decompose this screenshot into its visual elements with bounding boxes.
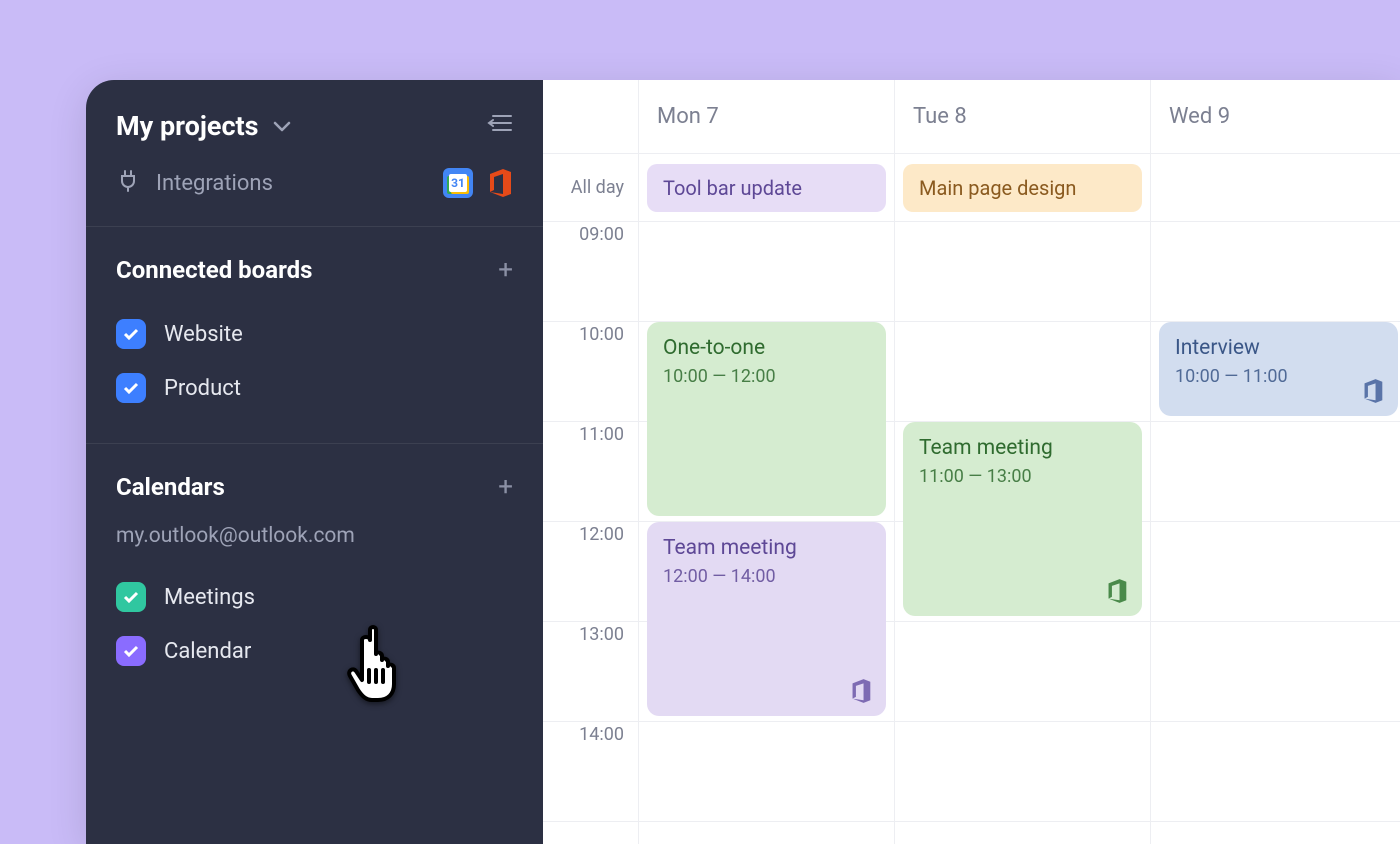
add-board-button[interactable]: + — [498, 255, 513, 285]
checkbox-icon[interactable] — [116, 636, 146, 666]
event-time: 10:00 — 11:00 — [1175, 366, 1382, 387]
event-time: 11:00 — 13:00 — [919, 466, 1126, 487]
office-icon — [1362, 378, 1384, 404]
day-column: Wed 9 Interview 10:00 — 11:00 — [1151, 80, 1400, 844]
google-calendar-icon[interactable] — [443, 168, 473, 198]
integrations-label: Integrations — [156, 171, 273, 196]
calendar-event[interactable]: Team meeting 11:00 — 13:00 — [903, 422, 1142, 616]
calendar-event[interactable]: One-to-one 10:00 — 12:00 — [647, 322, 886, 516]
day-header: Tue 8 — [895, 80, 1150, 154]
calendar-item-meetings[interactable]: Meetings — [116, 570, 513, 624]
day-column: Tue 8 Main page design Team meeting 11:00 —… — [895, 80, 1151, 844]
time-grid[interactable]: Interview 10:00 — 11:00 — [1151, 222, 1400, 822]
calendar-label: Calendar — [164, 639, 251, 664]
project-selector[interactable]: My projects — [116, 110, 291, 142]
allday-label: All day — [543, 154, 638, 222]
days-grid: Mon 7 Tool bar update One-to-one 10:00 — 12… — [639, 80, 1400, 844]
allday-row — [1151, 154, 1400, 222]
connected-boards-title: Connected boards — [116, 256, 312, 284]
calendar-account-email: my.outlook@outlook.com — [116, 524, 513, 548]
allday-event[interactable]: Tool bar update — [647, 164, 886, 212]
day-header: Wed 9 — [1151, 80, 1400, 154]
office-icon — [850, 678, 872, 704]
sidebar: My projects Integrations — [86, 80, 543, 844]
checkbox-icon[interactable] — [116, 319, 146, 349]
event-title: One-to-one — [663, 336, 870, 360]
calendar-label: Meetings — [164, 585, 255, 610]
time-label: 14:00 — [543, 722, 638, 822]
time-column: All day 09:0010:0011:0012:0013:0014:00 — [543, 80, 639, 844]
checkbox-icon[interactable] — [116, 582, 146, 612]
integrations-row[interactable]: Integrations — [86, 158, 543, 227]
day-header: Mon 7 — [639, 80, 894, 154]
event-time: 12:00 — 14:00 — [663, 566, 870, 587]
event-time: 10:00 — 12:00 — [663, 366, 870, 387]
board-label: Website — [164, 322, 243, 347]
time-label: 12:00 — [543, 522, 638, 622]
event-title: Interview — [1175, 336, 1382, 360]
collapse-sidebar-icon[interactable] — [487, 112, 513, 140]
sidebar-title: My projects — [116, 110, 259, 142]
calendar-item-calendar[interactable]: Calendar — [116, 624, 513, 678]
calendar-event[interactable]: Interview 10:00 — 11:00 — [1159, 322, 1398, 416]
app-window: My projects Integrations — [86, 80, 1400, 844]
calendars-section: Calendars + my.outlook@outlook.com Meeti… — [86, 444, 543, 738]
time-label: 10:00 — [543, 322, 638, 422]
connected-boards-section: Connected boards + Website Product — [86, 227, 543, 444]
plug-icon — [116, 168, 140, 198]
time-grid[interactable]: Team meeting 11:00 — 13:00 — [895, 222, 1150, 822]
time-label: 09:00 — [543, 222, 638, 322]
calendar-event[interactable]: Team meeting 12:00 — 14:00 — [647, 522, 886, 716]
board-label: Product — [164, 376, 241, 401]
calendars-title: Calendars — [116, 473, 225, 501]
checkbox-icon[interactable] — [116, 373, 146, 403]
event-title: Team meeting — [663, 536, 870, 560]
board-item-website[interactable]: Website — [116, 307, 513, 361]
time-grid[interactable]: One-to-one 10:00 — 12:00 Team meeting 12:00… — [639, 222, 894, 822]
allday-row: Main page design — [895, 154, 1150, 222]
sidebar-header: My projects — [86, 80, 543, 158]
allday-event[interactable]: Main page design — [903, 164, 1142, 212]
time-label: 11:00 — [543, 422, 638, 522]
event-title: Team meeting — [919, 436, 1126, 460]
board-item-product[interactable]: Product — [116, 361, 513, 415]
time-label: 13:00 — [543, 622, 638, 722]
chevron-down-icon — [273, 114, 291, 139]
allday-row: Tool bar update — [639, 154, 894, 222]
day-column: Mon 7 Tool bar update One-to-one 10:00 — 12… — [639, 80, 895, 844]
calendar-view: All day 09:0010:0011:0012:0013:0014:00 M… — [543, 80, 1400, 844]
office-icon — [1106, 578, 1128, 604]
add-calendar-button[interactable]: + — [498, 472, 513, 502]
office-icon[interactable] — [487, 168, 513, 198]
